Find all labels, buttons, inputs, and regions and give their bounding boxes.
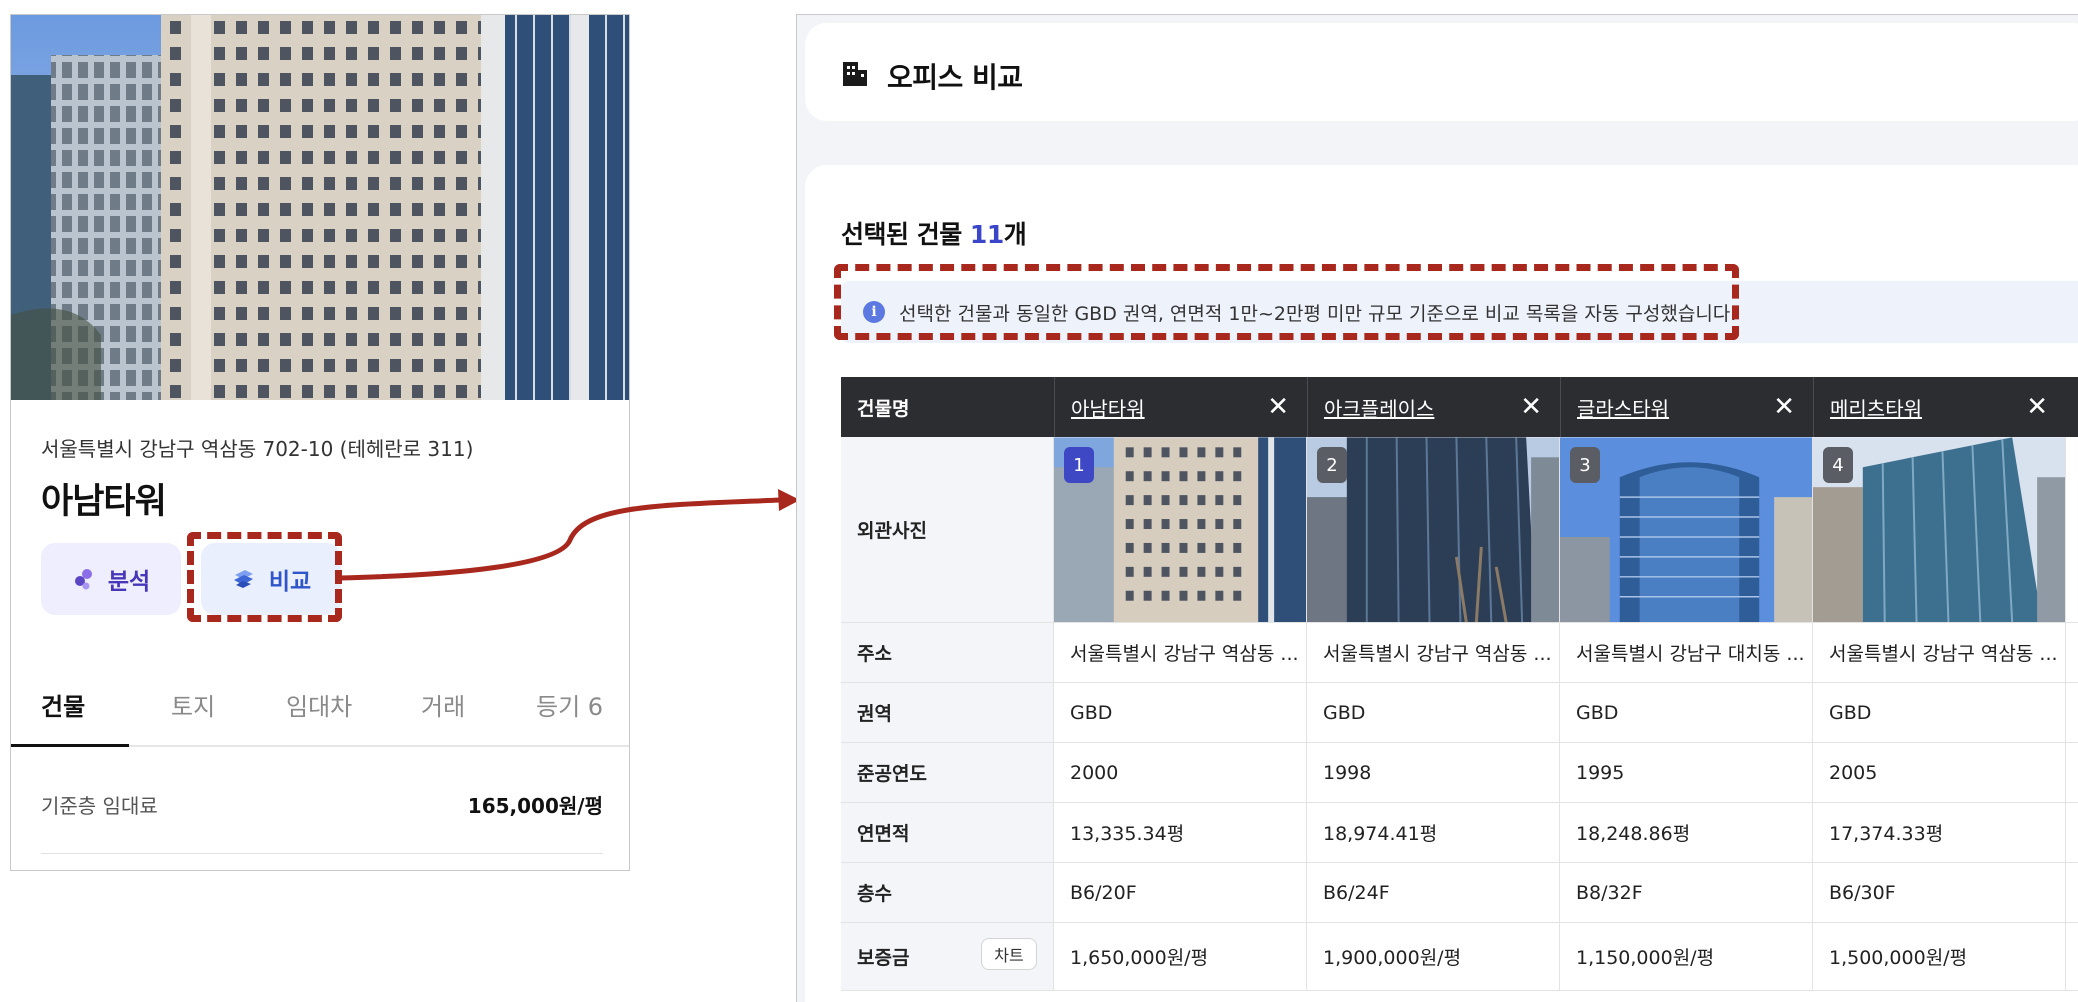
remove-column-icon[interactable]: ✕ — [1773, 394, 1795, 420]
column-header: 글라스타워 ✕ — [1560, 377, 1813, 437]
year-cell: 2000 — [1054, 743, 1307, 802]
row-label: 준공연도 — [841, 743, 1054, 802]
row-label: 연면적 — [841, 803, 1054, 862]
address-cell: 서울특별시 강남구 대치동 ... — [1560, 623, 1813, 682]
rank-badge: 3 — [1570, 447, 1600, 483]
floors-cell: B6/30F — [1813, 863, 2066, 922]
building-link[interactable]: 글라스타워 — [1577, 393, 1669, 422]
selected-suffix: 개 — [1003, 220, 1027, 249]
area-cell: 18,974.41평 — [1307, 803, 1560, 862]
area-cell: 18,248.86평 — [1560, 803, 1813, 862]
floors-cell: B6/20F — [1054, 863, 1307, 922]
row-label-text: 보증금 — [857, 947, 910, 969]
deposit-cell: 1,900,000원/평 — [1307, 923, 1560, 990]
floors-cell: B8/32F — [1560, 863, 1813, 922]
selected-count-title: 선택된 건물 11개 — [841, 215, 1027, 251]
zone-cell: GBD — [1307, 683, 1560, 742]
year-cell: 1995 — [1560, 743, 1813, 802]
building-link[interactable]: 아남타워 — [1071, 393, 1145, 422]
table-row: 권역 GBD GBD GBD GBD — [841, 683, 2078, 743]
table-row: 연면적 13,335.34평 18,974.41평 18,248.86평 17,… — [841, 803, 2078, 863]
chart-button[interactable]: 차트 — [981, 938, 1037, 970]
rank-badge: 1 — [1064, 447, 1094, 483]
address-cell: 서울특별시 강남구 역삼동 ... — [1054, 623, 1307, 682]
area-cell: 17,374.33평 — [1813, 803, 2066, 862]
row-label: 권역 — [841, 683, 1054, 742]
selected-prefix: 선택된 건물 — [841, 220, 970, 249]
building-icon — [843, 62, 867, 86]
remove-column-icon[interactable]: ✕ — [2026, 394, 2048, 420]
notice-highlight — [834, 264, 1739, 340]
deposit-cell: 1,150,000원/평 — [1560, 923, 1813, 990]
deposit-cell: 1,650,000원/평 — [1054, 923, 1307, 990]
column-header: 아크플레이스 ✕ — [1307, 377, 1560, 437]
remove-column-icon[interactable]: ✕ — [1267, 394, 1289, 420]
row-label: 보증금 차트 — [841, 923, 1054, 990]
year-cell: 1998 — [1307, 743, 1560, 802]
building-thumbnail[interactable]: 4 — [1813, 437, 2066, 622]
zone-cell: GBD — [1054, 683, 1307, 742]
table-row: 층수 B6/20F B6/24F B8/32F B6/30F — [841, 863, 2078, 923]
row-label: 층수 — [841, 863, 1054, 922]
header-label: 건물명 — [857, 397, 910, 420]
row-label: 주소 — [841, 623, 1054, 682]
table-row: 보증금 차트 1,650,000원/평 1,900,000원/평 1,150,0… — [841, 923, 2078, 991]
table-row: 준공연도 2000 1998 1995 2005 — [841, 743, 2078, 803]
selected-count: 11 — [969, 220, 1004, 249]
zone-cell: GBD — [1813, 683, 2066, 742]
row-label: 외관사진 — [841, 437, 1054, 622]
address-cell: 서울특별시 강남구 역삼동 ... — [1307, 623, 1560, 682]
compare-header: 오피스 비교 — [805, 23, 2078, 121]
building-link[interactable]: 메리츠타워 — [1830, 393, 1922, 422]
column-header: 메리츠타워 ✕ — [1813, 377, 2066, 437]
floors-cell: B6/24F — [1307, 863, 1560, 922]
building-thumbnail[interactable]: 2 — [1307, 437, 1560, 622]
address-cell: 서울특별시 강남구 역삼동 ... — [1813, 623, 2066, 682]
table-header: 건물명 아남타워 ✕ 아크플레이스 ✕ 글라스타워 ✕ 메리츠타워 ✕ — [841, 377, 2078, 437]
deposit-cell: 1,500,000원/평 — [1813, 923, 2066, 990]
area-cell: 13,335.34평 — [1054, 803, 1307, 862]
building-thumbnail[interactable]: 1 — [1054, 437, 1307, 622]
column-header: 아남타워 ✕ — [1054, 377, 1307, 437]
zone-cell: GBD — [1560, 683, 1813, 742]
year-cell: 2005 — [1813, 743, 2066, 802]
table-row: 외관사진 1 2 3 4 — [841, 437, 2078, 623]
rank-badge: 2 — [1317, 447, 1347, 483]
building-link[interactable]: 아크플레이스 — [1324, 393, 1434, 422]
table-row: 주소 서울특별시 강남구 역삼동 ... 서울특별시 강남구 역삼동 ... 서… — [841, 623, 2078, 683]
building-thumbnail[interactable]: 3 — [1560, 437, 1813, 622]
remove-column-icon[interactable]: ✕ — [1520, 394, 1542, 420]
compare-button-highlight — [187, 532, 342, 622]
compare-panel: 오피스 비교 선택된 건물 11개 i 선택한 건물과 동일한 GBD 권역, … — [796, 14, 2078, 1002]
rank-badge: 4 — [1823, 447, 1853, 483]
page-title: 오피스 비교 — [887, 61, 1023, 94]
